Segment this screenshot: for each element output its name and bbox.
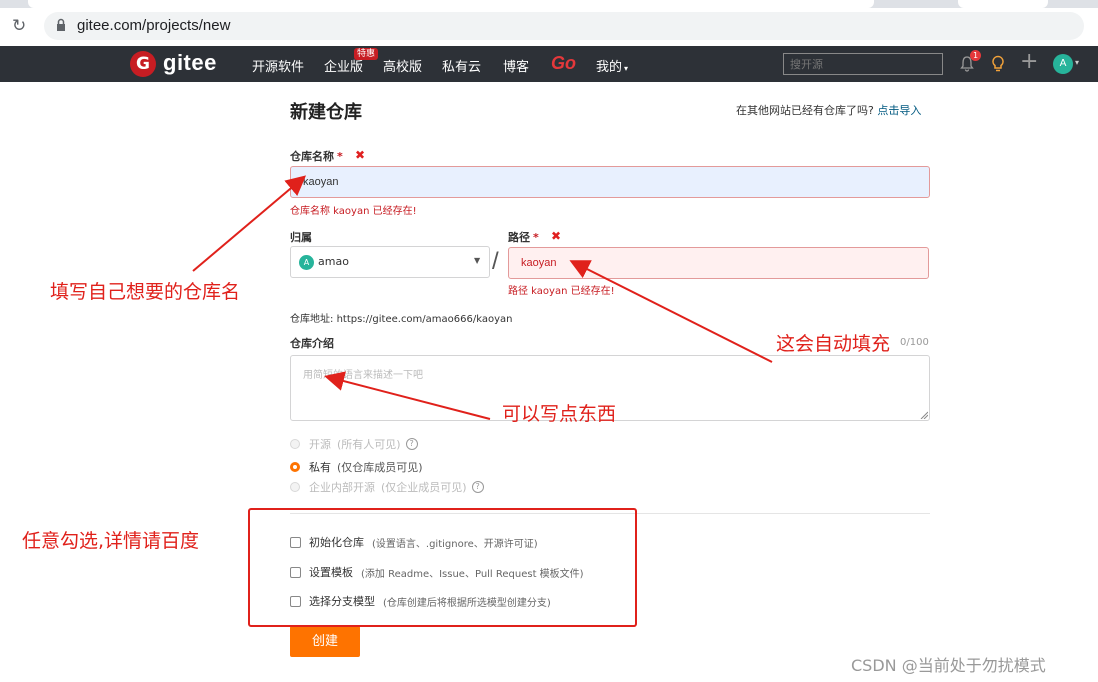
annotation-arrows <box>192 175 773 420</box>
annotation-arrow <box>192 175 307 272</box>
csdn-watermark: CSDN @当前处于勿扰模式 <box>851 656 1046 675</box>
annotation-arrow <box>324 371 491 420</box>
annotation-arrow <box>569 260 773 363</box>
